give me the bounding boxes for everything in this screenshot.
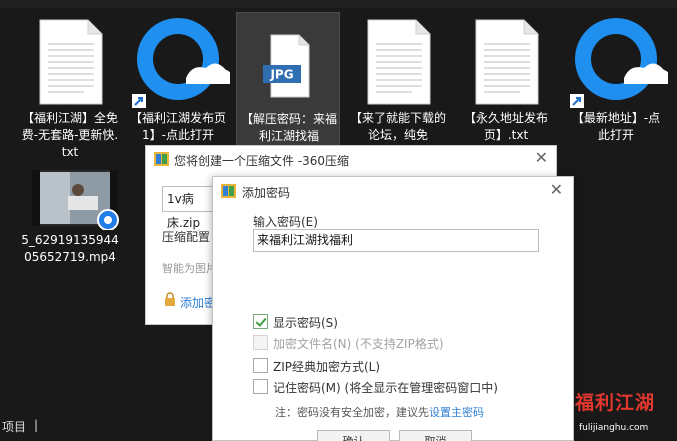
file-item[interactable]: 【福利江湖发布页1】-点此打开: [126, 12, 230, 162]
note-text: 注：密码没有安全加密，建议先: [275, 406, 429, 419]
status-bar: 项目 |: [0, 414, 220, 436]
text-file-icon: [367, 19, 431, 105]
security-note: 注：密码没有安全加密，建议先设置主密码: [275, 404, 484, 420]
watermark-logo-text: 福利江湖: [575, 392, 656, 414]
jpg-file-icon: JPG: [263, 34, 310, 98]
file-name: 【最新地址】-点此打开: [571, 111, 661, 142]
file-item[interactable]: 【来了就能下载的论坛，纯免: [346, 12, 450, 162]
file-name: 5_6291913594405652719.mp4: [21, 233, 119, 264]
close-icon[interactable]: ✕: [550, 180, 563, 199]
add-password-link[interactable]: 添加密: [180, 294, 216, 311]
text-file-icon: [475, 19, 539, 105]
file-item[interactable]: 【永久地址发布页】.txt: [454, 12, 558, 162]
file-item[interactable]: 【福利江湖】全免费-无套路-更新快.txt: [18, 12, 122, 162]
password-label: 输入密码(E): [253, 215, 318, 229]
ok-button[interactable]: 确认: [317, 430, 390, 441]
close-icon[interactable]: ✕: [535, 148, 548, 167]
top-strip: [0, 0, 677, 8]
option-label: 显示密码(S): [273, 316, 338, 330]
file-name: 【福利江湖发布页1】-点此打开: [129, 111, 226, 142]
option-label: 加密文件名(N) (不支持ZIP格式): [273, 337, 444, 351]
file-item[interactable]: JPG 【解压密码：来福利江湖找福: [236, 12, 340, 162]
show-password-checkbox[interactable]: [253, 314, 268, 329]
item-count-label: 项目: [2, 420, 27, 434]
status-separator: |: [34, 418, 39, 432]
file-name: 【永久地址发布页】.txt: [463, 111, 548, 142]
file-name: 【来了就能下载的论坛，纯免: [349, 111, 446, 142]
jpg-badge: JPG: [269, 68, 293, 82]
option-label: ZIP经典加密方式(L): [273, 360, 381, 374]
archive-app-icon: [154, 152, 169, 166]
dialog-title: 您将创建一个压缩文件 -360压缩: [174, 154, 350, 168]
option-label: 记住密码(M) (将全显示在管理密码窗口中): [273, 381, 498, 395]
password-input[interactable]: 来福利江湖找福利: [253, 229, 539, 252]
site-watermark: 福利江湖 fulijianghu.com: [575, 388, 675, 438]
text-file-icon: [39, 19, 103, 105]
file-item[interactable]: 【最新地址】-点此打开: [564, 12, 668, 162]
watermark-url: fulijianghu.com: [579, 423, 649, 433]
browser-shortcut-icon: [132, 18, 230, 108]
video-file-icon: [32, 170, 119, 230]
smart-image-text: 智能为图片: [162, 262, 217, 275]
cancel-button[interactable]: 取消: [399, 430, 472, 441]
archive-app-icon: [221, 184, 236, 198]
remember-password-checkbox[interactable]: [253, 379, 268, 394]
zip-classic-checkbox[interactable]: [253, 358, 268, 373]
lock-icon: [165, 292, 175, 306]
set-master-password-link[interactable]: 设置主密码: [429, 406, 484, 419]
browser-shortcut-icon: [570, 18, 668, 108]
file-name: 【福利江湖】全免费-无套路-更新快.txt: [21, 111, 119, 159]
file-name: 【解压密码：来福利江湖找福: [240, 112, 337, 143]
file-item[interactable]: 5_6291913594405652719.mp4: [18, 166, 122, 316]
encrypt-filename-checkbox: [253, 335, 268, 350]
dialog-title: 添加密码: [242, 186, 291, 200]
add-password-dialog: 添加密码 ✕ 输入密码(E) 来福利江湖找福利 显示密码(S) 加密文件名(N)…: [212, 176, 574, 441]
